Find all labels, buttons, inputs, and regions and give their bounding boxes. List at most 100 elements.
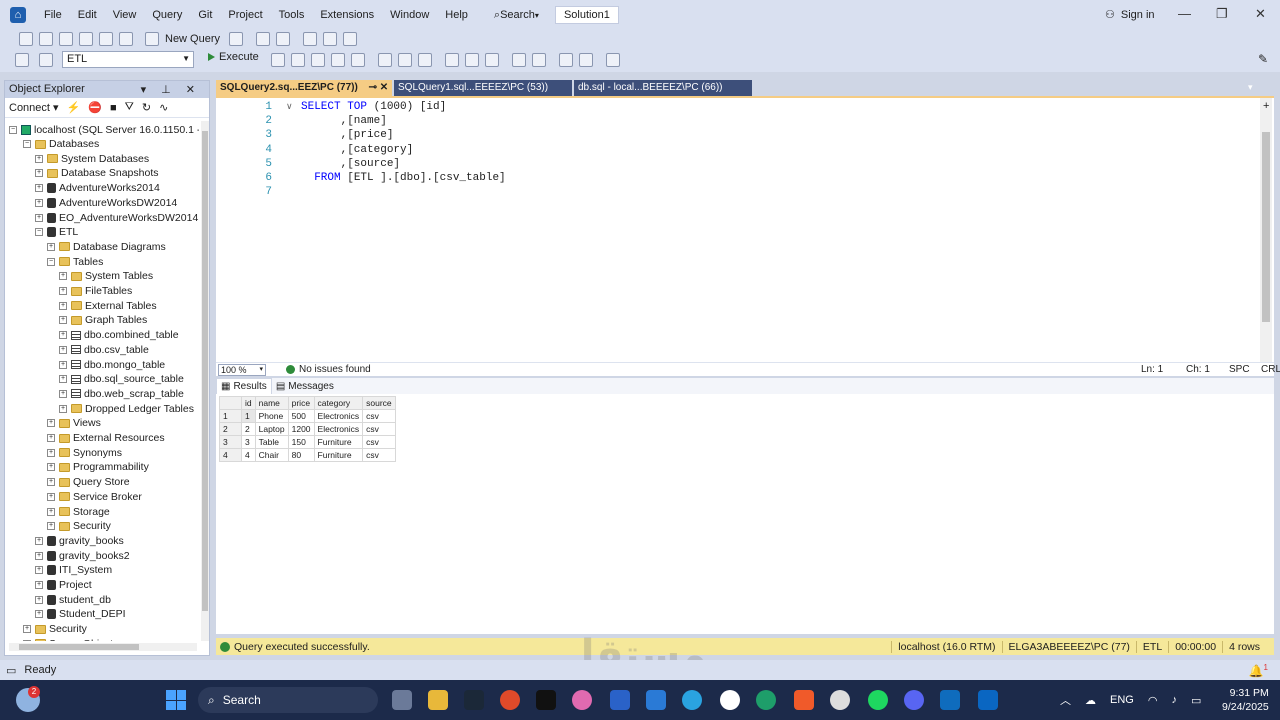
query-editor[interactable]: ∨ SELECT TOP (1000) [id] ,[name] ,[price… xyxy=(216,96,1274,362)
include-plan-icon[interactable] xyxy=(378,53,392,67)
table-cell[interactable]: 1 xyxy=(241,409,256,423)
expand-icon[interactable]: + xyxy=(47,434,55,442)
table-cell[interactable]: Chair xyxy=(254,448,289,462)
column-header-name[interactable]: name xyxy=(254,396,289,410)
live-stats-icon[interactable] xyxy=(398,53,412,67)
notification-bell-icon[interactable]: 🔔1 xyxy=(1249,663,1268,678)
collapse-icon[interactable]: − xyxy=(9,126,17,134)
search-menu[interactable]: ⌕ Search ▾ xyxy=(488,9,545,22)
code-line[interactable]: ,[price] xyxy=(301,129,394,141)
expand-icon[interactable]: + xyxy=(47,478,55,487)
open-icon[interactable] xyxy=(79,32,93,46)
expand-icon[interactable]: + xyxy=(47,448,55,457)
disconnect-icon[interactable]: ⛔ xyxy=(88,101,102,114)
file-explorer-icon[interactable] xyxy=(428,690,448,710)
collapse-icon[interactable]: − xyxy=(23,140,31,148)
tab-query-2[interactable]: SQLQuery1.sql...EEEEZ\PC (53)) xyxy=(394,80,572,96)
tab-messages[interactable]: ▤ Messages xyxy=(272,378,338,394)
tree-node[interactable]: + AdventureWorks2014 xyxy=(35,181,160,195)
tree-node[interactable]: − Databases xyxy=(23,137,99,151)
table-cell[interactable]: Electronics xyxy=(313,422,364,436)
expand-icon[interactable]: + xyxy=(59,360,67,369)
column-header-id[interactable]: id xyxy=(241,396,256,410)
stop-icon[interactable]: ■ xyxy=(110,102,117,114)
change-connection-icon[interactable] xyxy=(39,53,53,67)
expand-icon[interactable]: + xyxy=(59,316,67,325)
start-button-icon[interactable] xyxy=(166,690,186,710)
collapse-icon[interactable]: − xyxy=(47,257,55,266)
indent-icon[interactable] xyxy=(579,53,593,67)
ea-app-icon[interactable] xyxy=(500,690,520,710)
connect-icon[interactable] xyxy=(15,53,29,67)
stop-icon[interactable] xyxy=(271,53,285,67)
tree-node[interactable]: + dbo.combined_table xyxy=(59,328,179,342)
code-line[interactable]: FROM [ETL ].[dbo].[csv_table] xyxy=(301,172,505,184)
expand-icon[interactable]: + xyxy=(47,507,55,516)
issues-status[interactable]: No issues found xyxy=(299,364,371,375)
new-project-icon[interactable] xyxy=(59,32,73,46)
edge-icon[interactable] xyxy=(756,690,776,710)
expand-icon[interactable]: + xyxy=(35,566,43,575)
zoom-select[interactable]: 100 % ▾ xyxy=(218,363,266,376)
battery-icon[interactable]: ▭ xyxy=(1191,694,1201,707)
expand-icon[interactable]: + xyxy=(35,551,43,560)
toolbox-icon[interactable] xyxy=(343,32,358,46)
expand-icon[interactable]: + xyxy=(59,272,67,281)
save-all-icon[interactable] xyxy=(119,32,133,46)
tree-node[interactable]: + gravity_books2 xyxy=(35,549,130,563)
tab-results[interactable]: ▦ Results xyxy=(216,378,272,394)
tree-node[interactable]: + Project xyxy=(35,578,92,592)
table-cell[interactable]: csv xyxy=(362,422,396,436)
table-cell[interactable]: 500 xyxy=(287,409,315,423)
menu-item-git[interactable]: Git xyxy=(190,0,220,30)
tree-node[interactable]: + EO_AdventureWorksDW2014 xyxy=(35,211,198,225)
back-icon[interactable] xyxy=(19,32,33,46)
table-row[interactable]: 4 4 Chair 80 Furniture csv xyxy=(219,448,396,462)
corner-cell[interactable] xyxy=(219,396,242,410)
row-number[interactable]: 3 xyxy=(219,435,242,449)
table-cell[interactable]: 4 xyxy=(241,448,256,462)
expand-icon[interactable]: + xyxy=(35,198,43,207)
row-number[interactable]: 1 xyxy=(219,409,242,423)
expand-icon[interactable]: + xyxy=(47,242,55,251)
expand-icon[interactable]: + xyxy=(35,184,43,193)
tree-node[interactable]: + dbo.web_scrap_table xyxy=(59,387,184,401)
expand-icon[interactable]: + xyxy=(35,154,43,163)
tree-node[interactable]: + Database Snapshots xyxy=(35,166,158,180)
expand-icon[interactable]: + xyxy=(59,287,67,295)
tree-node[interactable]: + Query Store xyxy=(47,475,130,489)
menu-item-query[interactable]: Query xyxy=(144,0,190,30)
redo-icon[interactable] xyxy=(276,32,291,46)
photos-icon[interactable] xyxy=(572,690,592,710)
expand-icon[interactable]: + xyxy=(59,375,67,384)
table-cell[interactable]: Table xyxy=(254,435,289,449)
intellisense-icon[interactable] xyxy=(351,53,365,67)
server-node[interactable]: − localhost (SQL Server 16.0.1150.1 - EL… xyxy=(9,123,199,137)
code-line[interactable]: SELECT TOP (1000) [id] xyxy=(301,101,446,113)
signin-button[interactable]: ⚇ Sign in xyxy=(1105,0,1155,30)
table-cell[interactable]: csv xyxy=(362,435,396,449)
spotify-icon[interactable] xyxy=(868,690,888,710)
expand-icon[interactable]: + xyxy=(35,581,43,589)
expand-icon[interactable]: + xyxy=(59,345,67,354)
column-header-category[interactable]: category xyxy=(313,396,364,410)
split-editor-icon[interactable]: + xyxy=(1263,100,1269,112)
tree-node[interactable]: + ITI_System xyxy=(35,563,112,577)
outdent-icon[interactable] xyxy=(559,53,573,67)
tree-node[interactable]: + AdventureWorksDW2014 xyxy=(35,196,177,210)
onedrive-icon[interactable]: ☁ xyxy=(1085,694,1096,707)
menu-item-view[interactable]: View xyxy=(105,0,145,30)
tree-node[interactable]: + Dropped Ledger Tables xyxy=(59,402,194,416)
tree-node[interactable]: + External Resources xyxy=(47,431,165,445)
row-number[interactable]: 2 xyxy=(219,422,242,436)
connect-icon[interactable]: ⚡ xyxy=(67,101,81,114)
new-query-button[interactable]: New Query xyxy=(142,32,220,46)
menu-item-tools[interactable]: Tools xyxy=(271,0,313,30)
taskbar-search[interactable]: ⌕ Search xyxy=(198,687,378,713)
expand-icon[interactable]: + xyxy=(59,389,67,398)
tree-node[interactable]: + External Tables xyxy=(59,299,157,313)
tab-list-chevron-icon[interactable]: ▾ xyxy=(1248,82,1253,93)
table-cell[interactable]: 1200 xyxy=(287,422,315,436)
language-indicator[interactable]: ENG xyxy=(1110,694,1134,706)
chevron-up-icon[interactable]: ︿ xyxy=(1060,692,1071,708)
